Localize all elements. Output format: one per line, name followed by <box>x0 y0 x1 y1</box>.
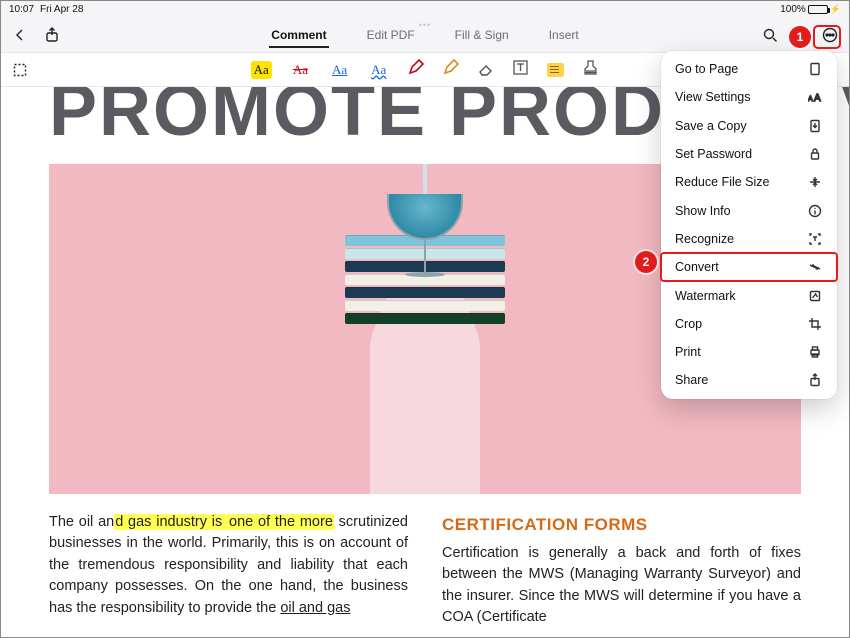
menu-label: Recognize <box>675 232 734 246</box>
svg-text:A: A <box>814 93 821 104</box>
menu-label: Convert <box>675 260 719 274</box>
menu-item-watermark[interactable]: Watermark <box>661 281 837 309</box>
lock-icon <box>807 147 823 161</box>
page-icon <box>807 62 823 76</box>
menu-label: Go to Page <box>675 62 738 76</box>
menu-item-goto-page[interactable]: Go to Page <box>661 55 837 83</box>
menu-item-crop[interactable]: Crop <box>661 310 837 338</box>
svg-text:A: A <box>808 96 813 103</box>
menu-label: View Settings <box>675 90 751 104</box>
highlight-annotation[interactable]: d gas industry is <box>114 514 228 530</box>
body-text: The oil an <box>49 514 114 530</box>
menu-label: Set Password <box>675 147 752 161</box>
ocr-icon <box>807 232 823 246</box>
crop-icon <box>807 317 823 331</box>
menu-item-print[interactable]: Print <box>661 338 837 366</box>
tab-edit-pdf[interactable]: Edit PDF <box>365 22 417 48</box>
pencil-tool[interactable] <box>407 59 424 81</box>
sticky-note-tool[interactable] <box>547 63 564 77</box>
menu-item-show-info[interactable]: Show Info <box>661 196 837 224</box>
battery-indicator: 100% ⚡ <box>780 4 841 15</box>
charging-icon: ⚡ <box>830 4 841 15</box>
callout-badge-2: 2 <box>635 251 657 273</box>
menu-item-view-settings[interactable]: View Settings AA <box>661 83 837 111</box>
tab-fill-sign[interactable]: Fill & Sign <box>453 22 511 48</box>
menu-item-reduce-size[interactable]: Reduce File Size <box>661 168 837 196</box>
share-icon <box>807 373 823 387</box>
right-column: CERTIFICATION FORMS Certification is gen… <box>442 512 801 629</box>
textbox-tool[interactable] <box>512 59 529 81</box>
squiggly-tool[interactable]: Aa <box>368 61 389 79</box>
print-icon <box>807 345 823 359</box>
watermark-icon <box>807 289 823 303</box>
left-column: The oil and gas industry is one of the m… <box>49 512 408 629</box>
area-select-tool[interactable] <box>11 61 29 79</box>
section-heading: CERTIFICATION FORMS <box>442 512 801 537</box>
menu-label: Reduce File Size <box>675 175 770 189</box>
highlight-annotation[interactable]: one of the more <box>228 514 334 530</box>
menu-item-save-copy[interactable]: Save a Copy <box>661 112 837 140</box>
menu-label: Print <box>675 345 701 359</box>
highlight-tool[interactable]: Aa <box>251 61 272 79</box>
menu-label: Share <box>675 373 708 387</box>
drag-handle-icon: ••• <box>419 20 431 30</box>
menu-item-share[interactable]: Share <box>661 366 837 394</box>
stamp-tool[interactable] <box>582 59 599 81</box>
info-icon <box>807 204 823 218</box>
menu-item-recognize[interactable]: Recognize <box>661 225 837 253</box>
top-nav: ••• Comment Edit PDF Fill & Sign Insert <box>1 17 849 53</box>
underline-tool[interactable]: Aa <box>329 61 350 79</box>
strikethrough-tool[interactable]: Aa <box>290 61 311 79</box>
callout-badge-1: 1 <box>789 26 811 48</box>
tab-insert[interactable]: Insert <box>547 22 581 48</box>
menu-item-set-password[interactable]: Set Password <box>661 140 837 168</box>
text-size-icon: AA <box>807 90 823 104</box>
search-button[interactable] <box>761 26 779 44</box>
compress-icon <box>807 175 823 189</box>
menu-label: Crop <box>675 317 702 331</box>
menu-label: Show Info <box>675 204 731 218</box>
marker-tool[interactable] <box>442 59 459 81</box>
status-date: Fri Apr 28 <box>40 4 83 15</box>
menu-item-convert[interactable]: Convert <box>661 253 837 281</box>
eraser-tool[interactable] <box>477 59 494 81</box>
callout-highlight-more-button <box>813 25 841 49</box>
back-button[interactable] <box>11 26 29 44</box>
save-icon <box>807 119 823 133</box>
status-time: 10:07 <box>9 4 34 15</box>
status-bar: 10:07 Fri Apr 28 100% ⚡ <box>1 1 849 17</box>
menu-label: Save a Copy <box>675 119 747 133</box>
body-text: Certification is generally a back and fo… <box>442 545 801 625</box>
convert-icon <box>807 260 823 274</box>
tab-comment[interactable]: Comment <box>269 22 328 48</box>
underline-annotation[interactable]: oil and gas <box>280 600 350 616</box>
menu-label: Watermark <box>675 289 736 303</box>
share-top-button[interactable] <box>43 26 61 44</box>
more-menu: Go to Page View Settings AA Save a Copy … <box>661 51 837 399</box>
battery-percent: 100% <box>780 4 806 15</box>
